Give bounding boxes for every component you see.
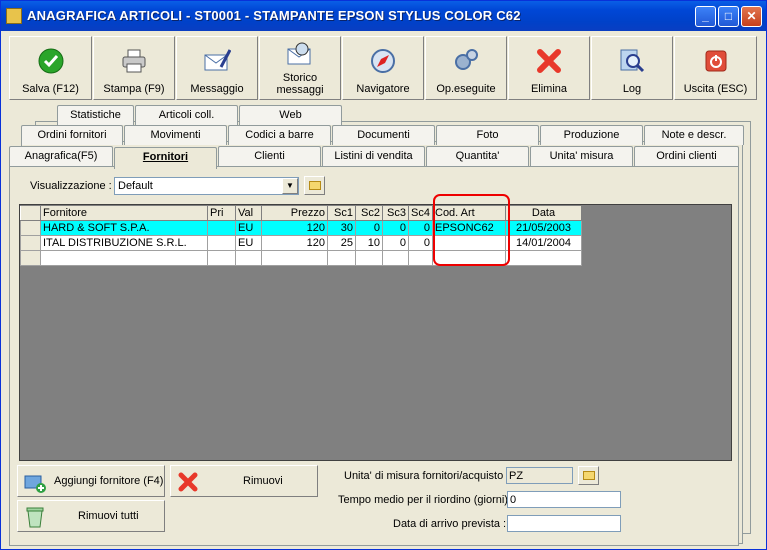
exit-button[interactable]: Uscita (ESC) xyxy=(674,36,757,100)
highlight-annotation xyxy=(433,194,510,266)
col-header[interactable]: Data xyxy=(505,205,582,221)
tab-listini-di-vendita[interactable]: Listini di vendita xyxy=(322,146,425,166)
log-button[interactable]: Log xyxy=(591,36,673,100)
tab-ordini-fornitori[interactable]: Ordini fornitori xyxy=(21,125,123,145)
tab-unita-misura[interactable]: Unita' misura xyxy=(530,146,633,166)
view-select-value: Default xyxy=(118,180,153,192)
col-header[interactable]: Prezzo xyxy=(261,205,328,221)
print-button[interactable]: Stampa (F9) xyxy=(93,36,175,100)
tab-codici-a-barre[interactable]: Codici a barre xyxy=(228,125,331,145)
tab-movimenti[interactable]: Movimenti xyxy=(124,125,227,145)
arrival-date-field[interactable] xyxy=(507,515,621,532)
tab-statistiche[interactable]: Statistiche xyxy=(57,105,134,125)
tab-documenti[interactable]: Documenti xyxy=(332,125,435,145)
add-supplier-button[interactable]: Aggiungi fornitore (F4) xyxy=(17,465,165,497)
message-button[interactable]: Messaggio xyxy=(176,36,258,100)
suppliers-grid[interactable]: Fornitore Pri Val Prezzo Sc1 Sc2 Sc3 Sc4… xyxy=(19,204,732,461)
unit-label: Unita' di misura fornitori/acquisto : xyxy=(344,470,510,482)
tab-web[interactable]: Web xyxy=(239,105,342,125)
tab-articoli-coll[interactable]: Articoli coll. xyxy=(135,105,238,125)
message-history-button[interactable]: Storico messaggi xyxy=(259,36,341,100)
exit-icon xyxy=(705,50,726,72)
tab-clienti[interactable]: Clienti xyxy=(218,146,321,166)
save-button[interactable]: Salva (F12) xyxy=(9,36,92,100)
compass-icon xyxy=(371,49,395,73)
col-header[interactable]: Sc4 xyxy=(408,205,433,221)
envelope-pen-icon xyxy=(204,49,231,71)
title-bar[interactable]: ANAGRAFICA ARTICOLI - ST0001 - STAMPANTE… xyxy=(1,1,766,31)
close-button[interactable]: ✕ xyxy=(741,6,762,27)
reorder-time-field[interactable] xyxy=(507,491,621,508)
view-select[interactable]: Default ▼ xyxy=(114,177,299,195)
executed-ops-button[interactable]: Op.eseguite xyxy=(425,36,507,100)
app-icon xyxy=(6,8,22,24)
tab-note-e-descr[interactable]: Note e descr. xyxy=(644,125,744,145)
col-header[interactable]: Val xyxy=(235,205,262,221)
chevron-down-icon[interactable]: ▼ xyxy=(282,178,298,194)
minimize-button[interactable]: _ xyxy=(695,6,716,27)
arrival-date-label: Data di arrivo prevista : xyxy=(393,518,507,530)
toolbar: Salva (F12) Stampa (F9) Messaggio Storic… xyxy=(9,36,758,100)
col-header[interactable]: Pri xyxy=(207,205,236,221)
unit-field[interactable] xyxy=(506,467,573,484)
tab-fornitori[interactable]: Fornitori xyxy=(114,147,217,169)
tab-produzione[interactable]: Produzione xyxy=(540,125,643,145)
maximize-button[interactable]: □ xyxy=(718,6,739,27)
red-x-icon xyxy=(537,49,561,73)
envelope-search-icon xyxy=(287,42,311,65)
printer-icon xyxy=(122,49,146,73)
folder-icon[interactable] xyxy=(304,176,325,195)
add-supplier-icon xyxy=(24,475,46,493)
remove-all-button[interactable]: Rimuovi tutti xyxy=(17,500,165,532)
reorder-time-label: Tempo medio per il riordino (giorni) : xyxy=(338,494,515,506)
gears-icon xyxy=(455,49,478,70)
folder-icon[interactable] xyxy=(578,466,599,485)
view-label: Visualizzazione : xyxy=(30,180,112,192)
check-icon xyxy=(38,48,63,74)
magnifier-icon xyxy=(620,49,645,73)
tab-foto[interactable]: Foto xyxy=(436,125,539,145)
main-window: ANAGRAFICA ARTICOLI - ST0001 - STAMPANTE… xyxy=(0,0,767,550)
col-header[interactable]: Fornitore xyxy=(40,205,208,221)
col-header[interactable]: Sc1 xyxy=(327,205,356,221)
red-x-icon xyxy=(178,472,198,492)
col-header[interactable]: Sc2 xyxy=(355,205,383,221)
col-header[interactable]: Sc3 xyxy=(382,205,409,221)
window-title: ANAGRAFICA ARTICOLI - ST0001 - STAMPANTE… xyxy=(27,8,521,23)
tab-ordini-clienti[interactable]: Ordini clienti xyxy=(634,146,739,166)
tab-anagrafica[interactable]: Anagrafica(F5) xyxy=(9,146,113,166)
remove-button[interactable]: Rimuovi xyxy=(170,465,318,497)
delete-button[interactable]: Elimina xyxy=(508,36,590,100)
navigator-button[interactable]: Navigatore xyxy=(342,36,424,100)
recycle-bin-icon xyxy=(26,507,44,528)
tab-quantita[interactable]: Quantita' xyxy=(426,146,529,166)
